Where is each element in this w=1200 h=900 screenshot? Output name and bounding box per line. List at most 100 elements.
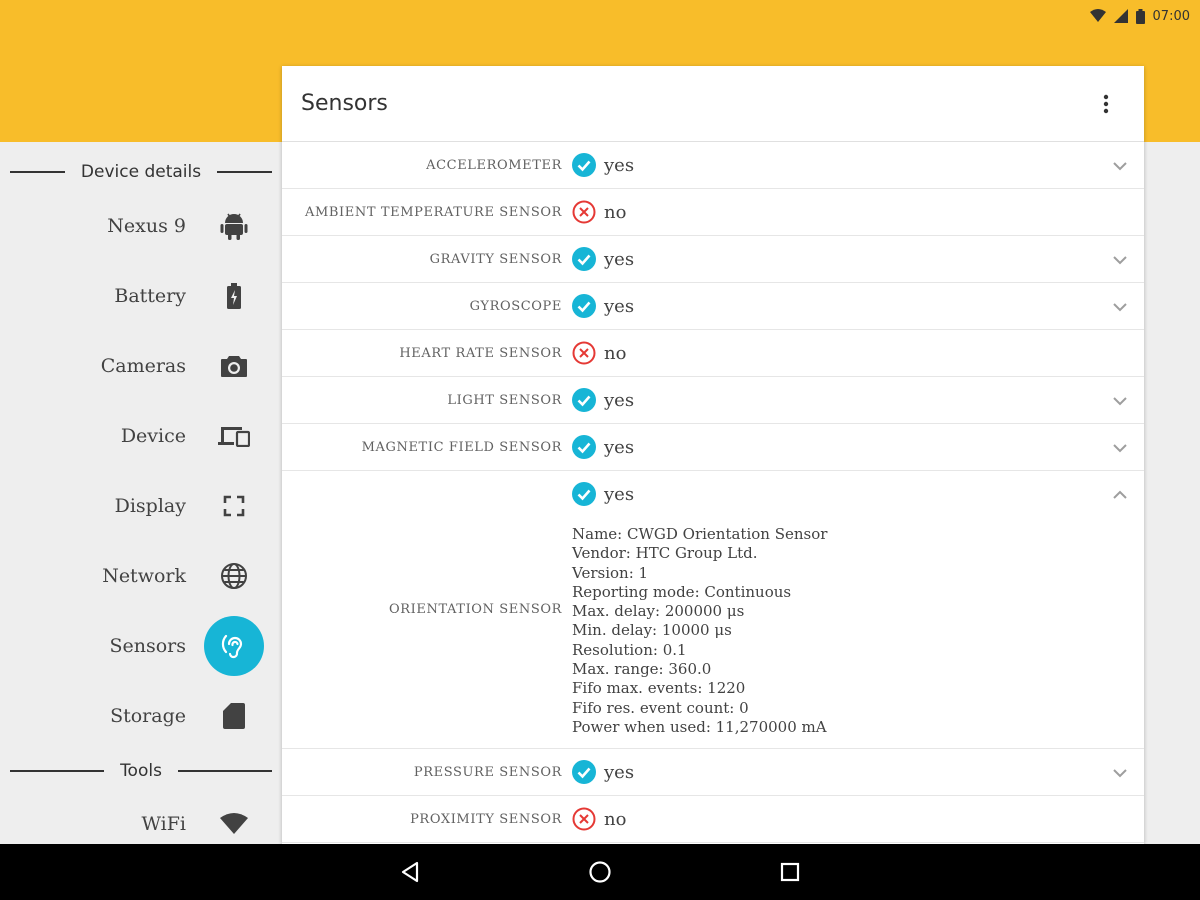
chevron-down-icon	[1113, 162, 1127, 171]
status-bar: 07:00	[1089, 6, 1190, 26]
sidebar: Device details Nexus 9 Battery Cameras D…	[0, 142, 282, 844]
check-circle-icon	[572, 247, 596, 271]
chevron-down-icon	[1113, 397, 1127, 406]
expand-chevron-button[interactable]	[1110, 763, 1130, 783]
section-header-label: Device details	[80, 162, 202, 182]
sidebar-item-label: WiFi	[141, 813, 186, 835]
sensor-name: AMBIENT TEMPERATURE SENSOR	[305, 204, 562, 220]
detail-line: Max. range: 360.0	[572, 660, 712, 679]
overflow-menu-button[interactable]	[1094, 86, 1118, 122]
sidebar-item-label: Network	[102, 565, 186, 587]
sensor-status: yes	[572, 760, 634, 784]
system-nav-bar	[0, 844, 1200, 900]
expand-chevron-button[interactable]	[1110, 250, 1130, 270]
sidebar-item-network[interactable]: Network	[0, 544, 282, 608]
cancel-circle-icon	[572, 200, 596, 224]
chevron-down-icon	[1113, 256, 1127, 265]
expand-chevron-button[interactable]	[1110, 156, 1130, 176]
sensor-name: GYROSCOPE	[469, 298, 562, 314]
globe-icon	[204, 546, 264, 606]
sidebar-item-wifi[interactable]: WiFi	[0, 792, 282, 844]
sensor-name: ACCELEROMETER	[426, 157, 562, 173]
detail-line: Vendor: HTC Group Ltd.	[572, 544, 758, 563]
recents-button[interactable]	[776, 858, 804, 886]
sensor-name: PRESSURE SENSOR	[413, 764, 562, 780]
more-vert-icon	[1103, 94, 1109, 113]
detail-line: Reporting mode: Continuous	[572, 582, 792, 601]
sidebar-item-display[interactable]: Display	[0, 474, 282, 538]
sensor-row-gravity[interactable]: GRAVITY SENSOR yes	[282, 236, 1144, 283]
chevron-down-icon	[1113, 444, 1127, 453]
sidebar-item-cameras[interactable]: Cameras	[0, 334, 282, 398]
sensor-value: yes	[604, 761, 635, 783]
sidebar-item-label: Nexus 9	[107, 215, 186, 237]
sensor-status: yes	[572, 153, 634, 177]
sensor-row-ambient-temperature: AMBIENT TEMPERATURE SENSOR no	[282, 189, 1144, 236]
wifi-icon	[204, 794, 264, 844]
chevron-down-icon	[1113, 769, 1127, 778]
detail-line: Fifo max. events: 1220	[572, 679, 746, 698]
sensor-row-light[interactable]: LIGHT SENSOR yes	[282, 377, 1144, 424]
sensor-name: HEART RATE SENSOR	[399, 345, 562, 361]
expand-chevron-button[interactable]	[1110, 297, 1130, 317]
sidebar-item-battery[interactable]: Battery	[0, 264, 282, 328]
sidebar-item-label: Device	[120, 425, 186, 447]
detail-line: Power when used: 11,270000 mA	[572, 717, 827, 736]
sidebar-item-sensors[interactable]: Sensors	[0, 614, 282, 678]
sensor-value: yes	[604, 483, 635, 505]
sensor-row-magnetic-field[interactable]: MAGNETIC FIELD SENSOR yes	[282, 424, 1144, 471]
chevron-down-icon	[1113, 303, 1127, 312]
check-circle-icon	[572, 482, 596, 506]
sensor-name: ORIENTATION SENSOR	[389, 602, 562, 617]
recents-square-icon	[780, 862, 800, 882]
sensor-name: LIGHT SENSOR	[447, 392, 562, 408]
sensor-row-proximity: PROXIMITY SENSOR no	[282, 796, 1144, 843]
chevron-up-icon	[1113, 490, 1127, 499]
wifi-signal-icon	[1089, 9, 1106, 22]
detail-line: Resolution: 0.1	[572, 640, 687, 659]
expand-chevron-button[interactable]	[1110, 391, 1130, 411]
detail-line: Name: CWGD Orientation Sensor	[572, 525, 828, 543]
sensor-value: yes	[604, 154, 635, 176]
back-button[interactable]	[396, 858, 424, 886]
page-title: Sensors	[301, 91, 388, 116]
check-circle-icon	[572, 760, 596, 784]
sensor-status: no	[572, 341, 626, 365]
sidebar-item-label: Cameras	[100, 355, 186, 377]
sensor-row-heart-rate: HEART RATE SENSOR no	[282, 330, 1144, 377]
cancel-circle-icon	[572, 807, 596, 831]
check-circle-icon	[572, 153, 596, 177]
section-header-tools: Tools	[10, 759, 273, 783]
sensor-status: no	[572, 807, 626, 831]
cell-signal-icon	[1113, 9, 1128, 23]
sensor-status: yes	[572, 435, 634, 459]
card-header: Sensors	[282, 66, 1144, 142]
battery-icon	[204, 266, 264, 326]
battery-status-icon	[1135, 8, 1145, 24]
sensor-row-accelerometer[interactable]: ACCELEROMETER yes	[282, 142, 1144, 189]
sensor-detail-panel: yes Name: CWGD Orientation Sensor Vendor…	[572, 471, 827, 748]
sensor-status: yes	[572, 471, 827, 517]
sensor-row-pressure[interactable]: PRESSURE SENSOR yes	[282, 749, 1144, 796]
sidebar-item-label: Sensors	[109, 635, 186, 657]
sidebar-item-device[interactable]: Device	[0, 404, 282, 468]
sidebar-item-label: Display	[114, 495, 186, 517]
sidebar-item-nexus-9[interactable]: Nexus 9	[0, 194, 282, 258]
sidebar-item-storage[interactable]: Storage	[0, 684, 282, 748]
check-circle-icon	[572, 294, 596, 318]
sensor-row-gyroscope[interactable]: GYROSCOPE yes	[282, 283, 1144, 330]
detail-line: Min. delay: 10000 μs	[572, 621, 732, 640]
camera-icon	[204, 336, 264, 396]
detail-line: Max. delay: 200000 μs	[572, 602, 745, 621]
home-button[interactable]	[586, 858, 614, 886]
ear-icon	[204, 616, 264, 676]
sensor-value: yes	[604, 389, 635, 411]
back-triangle-icon	[401, 861, 419, 883]
sensor-row-orientation[interactable]: ORIENTATION SENSOR yes Name: CWGD Orient…	[282, 471, 1144, 749]
collapse-chevron-button[interactable]	[1110, 485, 1130, 505]
detail-line: Fifo res. event count: 0	[572, 698, 749, 717]
status-time: 07:00	[1152, 8, 1190, 24]
sd-card-icon	[204, 686, 264, 746]
expand-chevron-button[interactable]	[1110, 438, 1130, 458]
sidebar-item-label: Battery	[114, 285, 186, 307]
